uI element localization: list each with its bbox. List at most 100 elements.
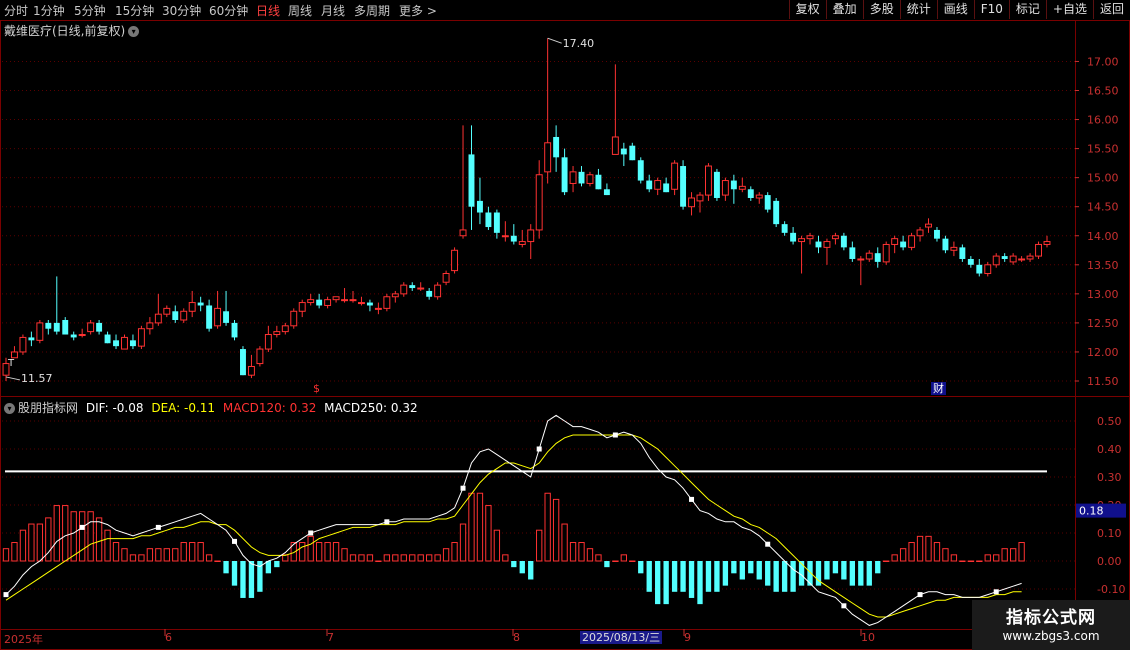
candle-body: [663, 183, 670, 193]
candle-body: [442, 273, 450, 283]
dif-marker: [79, 524, 85, 530]
candle-body: [358, 302, 365, 305]
candle-body: [349, 299, 357, 302]
candle-body: [671, 162, 679, 190]
candle-body: [214, 307, 222, 327]
candle-body: [383, 296, 391, 309]
macd-bar-outline: [586, 548, 594, 562]
macd-bar-outline: [146, 548, 154, 562]
candle-body: [459, 229, 467, 237]
macd-bar-outline: [189, 542, 196, 562]
macd-bar-outline: [121, 548, 128, 562]
dif-marker: [917, 592, 923, 598]
dif-marker: [841, 603, 847, 609]
candle-body: [688, 197, 695, 208]
watermark-title: 指标公式网: [1006, 608, 1096, 628]
candle-body: [959, 247, 966, 259]
candle-body: [578, 171, 585, 184]
macd-bar-outline: [993, 554, 1000, 562]
candle-body: [281, 325, 289, 333]
dif-line: [5, 414, 1022, 626]
macd-bar-outline: [112, 542, 120, 562]
candle-body: [341, 299, 348, 302]
macd-bar-outline: [544, 492, 551, 562]
macd-bar-outline: [417, 554, 424, 562]
candle-body: [755, 194, 763, 199]
candle-body: [129, 340, 136, 347]
candle-body: [62, 319, 69, 335]
candle-body: [19, 336, 27, 353]
price-tick-label: 15.50: [1087, 143, 1119, 156]
candle-body: [696, 194, 704, 202]
price-tick-label: 11.50: [1087, 375, 1119, 388]
candle-body: [197, 302, 204, 306]
macd250-value: MACD250: 0.32: [324, 401, 418, 415]
macd-bar-outline: [36, 523, 44, 562]
candle-body: [950, 246, 958, 251]
candle-body: [730, 180, 737, 190]
macd-bar-outline: [925, 535, 932, 562]
dif-marker: [536, 446, 542, 452]
candle-body: [535, 174, 543, 231]
dollar-marker[interactable]: $: [313, 382, 320, 395]
candle-body: [374, 307, 382, 310]
chevron-down-icon[interactable]: ▾: [4, 403, 15, 414]
candle-body: [916, 229, 924, 237]
candle-body: [611, 136, 619, 155]
macd-bar-outline: [383, 554, 391, 562]
candle-body: [831, 235, 839, 240]
candle-body: [146, 322, 154, 330]
stock-title: 戴维医疗(日线,前复权): [4, 24, 126, 38]
ind-tick-label: 0.40: [1097, 443, 1122, 456]
macd-bar-outline: [341, 548, 348, 562]
chevron-down-icon[interactable]: ▾: [128, 26, 140, 37]
candle-body: [501, 235, 509, 238]
candle-body: [53, 322, 60, 332]
macd-bar-outline: [967, 560, 974, 562]
candle-body: [857, 258, 865, 261]
price-tick-label: 15.00: [1087, 172, 1119, 185]
candle-body: [620, 148, 627, 155]
macd-bar-outline: [19, 529, 27, 562]
kline-chart[interactable]: 17.00 16.50 16.00 15.50 15.00 14.50 14.00 13.50…: [0, 0, 1130, 650]
macd-bar-outline: [155, 548, 162, 562]
candle-body: [586, 174, 594, 184]
dif-marker: [3, 592, 9, 598]
macd-bar-outline: [375, 560, 382, 562]
price-tick-label: 12.00: [1087, 346, 1119, 359]
candle-body: [332, 296, 340, 301]
candle-body: [595, 174, 602, 190]
candle-body: [721, 180, 729, 196]
macd-bar-outline: [578, 542, 585, 562]
candle-body: [705, 165, 712, 196]
finance-marker[interactable]: 财: [931, 382, 946, 395]
price-tick-label: 16.00: [1087, 114, 1119, 127]
macd-bar-outline: [476, 492, 484, 562]
low-pointer: [5, 376, 21, 381]
candle-body: [485, 212, 492, 228]
candle-body: [476, 200, 483, 213]
dif-marker: [993, 589, 999, 595]
candle-body: [764, 195, 771, 210]
ind-tick-label: 0.30: [1097, 471, 1122, 484]
candle-body: [247, 365, 255, 376]
candle-body: [1009, 255, 1017, 263]
candle-body: [188, 302, 196, 312]
candle-body: [942, 238, 949, 251]
dif-value: DIF: -0.08: [85, 401, 144, 415]
macd-bar-outline: [899, 548, 907, 562]
macd-bar-outline: [197, 542, 204, 562]
macd-bar-outline: [502, 554, 509, 562]
macd-bar-outline: [307, 535, 314, 562]
candles-layer: [2, 38, 1051, 381]
candle-body: [298, 302, 306, 312]
indicator-title: ▾ 股朋指标网 DIF: -0.08 DEA: -0.11 MACD120: 0.…: [4, 399, 418, 416]
candle-body: [78, 334, 86, 337]
candle-body: [426, 290, 433, 297]
macd-bar-outline: [459, 523, 467, 562]
dif-marker: [384, 519, 390, 525]
dif-marker: [232, 538, 238, 544]
candle-body: [104, 334, 111, 344]
macd-bar-outline: [324, 542, 331, 562]
candle-body: [747, 189, 754, 198]
